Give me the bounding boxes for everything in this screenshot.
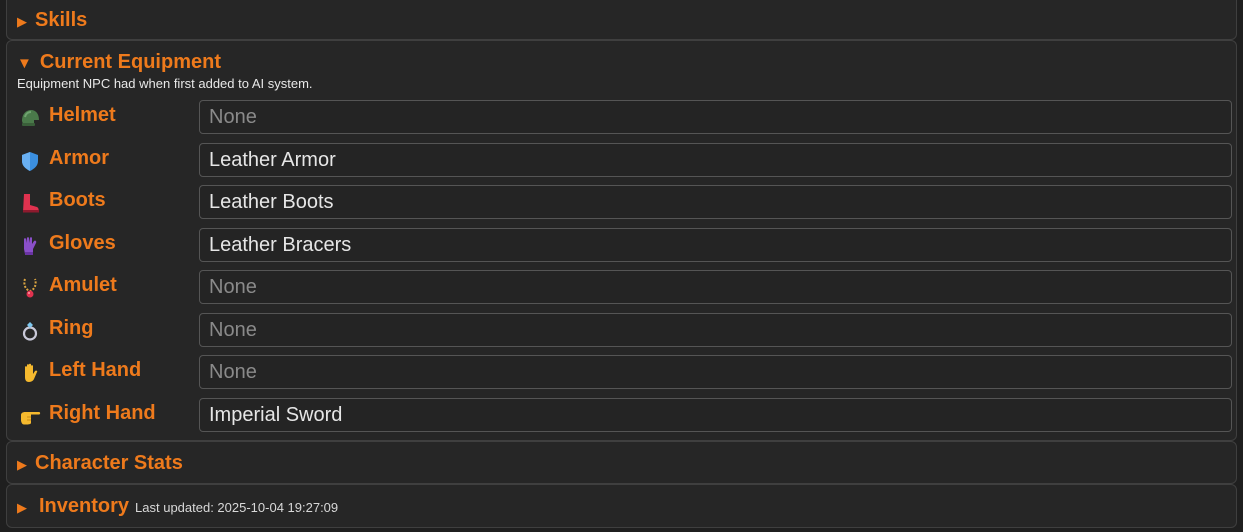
equipment-row-amulet: Amulet bbox=[7, 270, 1236, 304]
ring-icon bbox=[22, 322, 38, 341]
equipment-title: Current Equipment bbox=[39, 51, 221, 73]
equipment-row-armor: Armor bbox=[7, 143, 1236, 177]
raised-hand-icon bbox=[25, 363, 38, 382]
pointing-hand-icon bbox=[21, 412, 41, 425]
helmet-input[interactable] bbox=[199, 100, 1232, 134]
skills-panel: ▶ Skills bbox=[6, 0, 1237, 40]
equipment-row-left-hand: Left Hand bbox=[7, 355, 1236, 389]
equipment-panel: ▼ Current Equipment Equipment NPC had wh… bbox=[6, 40, 1237, 441]
stats-panel: ▶ Character Stats bbox=[6, 441, 1237, 484]
inventory-title: Inventory bbox=[39, 495, 130, 517]
equipment-row-helmet: Helmet bbox=[7, 100, 1236, 134]
gloves-label: Gloves bbox=[49, 232, 116, 254]
right-hand-input[interactable] bbox=[199, 398, 1232, 432]
boot-icon bbox=[23, 194, 39, 213]
stats-header[interactable]: ▶ Character Stats bbox=[17, 452, 183, 475]
equipment-row-ring: Ring bbox=[7, 313, 1236, 347]
left-hand-input[interactable] bbox=[199, 355, 1232, 389]
equipment-header[interactable]: ▼ Current Equipment bbox=[17, 51, 221, 74]
left-hand-label: Left Hand bbox=[49, 359, 142, 381]
amulet-icon bbox=[23, 278, 37, 298]
boots-input[interactable] bbox=[199, 185, 1232, 219]
inventory-panel: ▶ Inventory Last updated: 2025-10-04 19:… bbox=[6, 484, 1237, 528]
skills-header[interactable]: ▶ Skills bbox=[17, 9, 87, 32]
boots-label: Boots bbox=[49, 189, 106, 211]
armor-input[interactable] bbox=[199, 143, 1232, 177]
expand-arrow-icon: ▶ bbox=[17, 14, 27, 29]
shield-icon bbox=[22, 152, 38, 171]
amulet-input[interactable] bbox=[199, 270, 1232, 304]
collapse-arrow-icon: ▼ bbox=[17, 55, 32, 72]
helmet-label: Helmet bbox=[49, 104, 116, 126]
inventory-updated-text: Last updated: 2025-10-04 19:27:09 bbox=[135, 500, 339, 515]
amulet-label: Amulet bbox=[49, 274, 117, 296]
stats-title: Character Stats bbox=[35, 452, 183, 474]
expand-arrow-icon: ▶ bbox=[17, 457, 27, 472]
equipment-row-right-hand: Right Hand bbox=[7, 398, 1236, 432]
expand-arrow-icon: ▶ bbox=[17, 500, 27, 515]
armor-label: Armor bbox=[49, 147, 110, 169]
equipment-row-boots: Boots bbox=[7, 185, 1236, 219]
glove-icon bbox=[24, 237, 37, 255]
inventory-header[interactable]: ▶ Inventory Last updated: 2025-10-04 19:… bbox=[17, 495, 338, 518]
helmet-icon bbox=[22, 110, 39, 126]
skills-title: Skills bbox=[35, 9, 88, 31]
ring-input[interactable] bbox=[199, 313, 1232, 347]
equipment-row-gloves: Gloves bbox=[7, 228, 1236, 262]
equipment-description: Equipment NPC had when first added to AI… bbox=[17, 76, 313, 91]
right-hand-label: Right Hand bbox=[49, 402, 156, 424]
gloves-input[interactable] bbox=[199, 228, 1232, 262]
ring-label: Ring bbox=[49, 317, 94, 339]
